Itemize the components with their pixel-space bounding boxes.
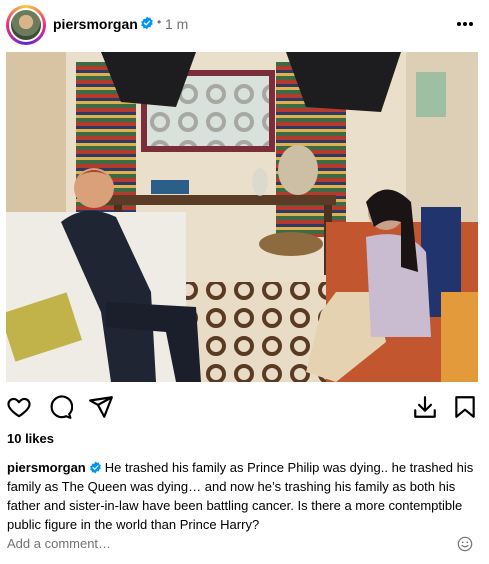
download-icon[interactable] [412, 394, 438, 420]
avatar-story-ring[interactable] [6, 5, 46, 45]
paper-plane-icon[interactable] [88, 394, 114, 420]
heart-icon[interactable] [6, 394, 32, 420]
post-caption: piersmorgan He trashed his family as Prin… [7, 458, 481, 534]
verified-badge-icon [141, 16, 153, 30]
comment-row [7, 535, 479, 555]
avatar[interactable] [9, 8, 43, 42]
post-image[interactable] [6, 52, 478, 382]
more-options-button[interactable] [452, 11, 478, 37]
username[interactable]: piersmorgan [53, 16, 138, 32]
likes-count[interactable]: 10 likes [7, 431, 54, 446]
verified-badge-icon [89, 461, 101, 474]
post-timestamp[interactable]: 1 m [165, 16, 188, 32]
post-header: piersmorgan • 1 m [0, 0, 489, 50]
separator-dot: • [157, 15, 162, 29]
post-actions [0, 390, 489, 422]
caption-username[interactable]: piersmorgan [7, 460, 86, 475]
bookmark-icon[interactable] [452, 394, 478, 420]
interview-scene-illustration [6, 52, 478, 382]
more-options-icon [457, 22, 473, 26]
comment-icon[interactable] [47, 394, 73, 420]
comment-input[interactable] [7, 536, 447, 551]
emoji-icon[interactable] [457, 536, 473, 552]
